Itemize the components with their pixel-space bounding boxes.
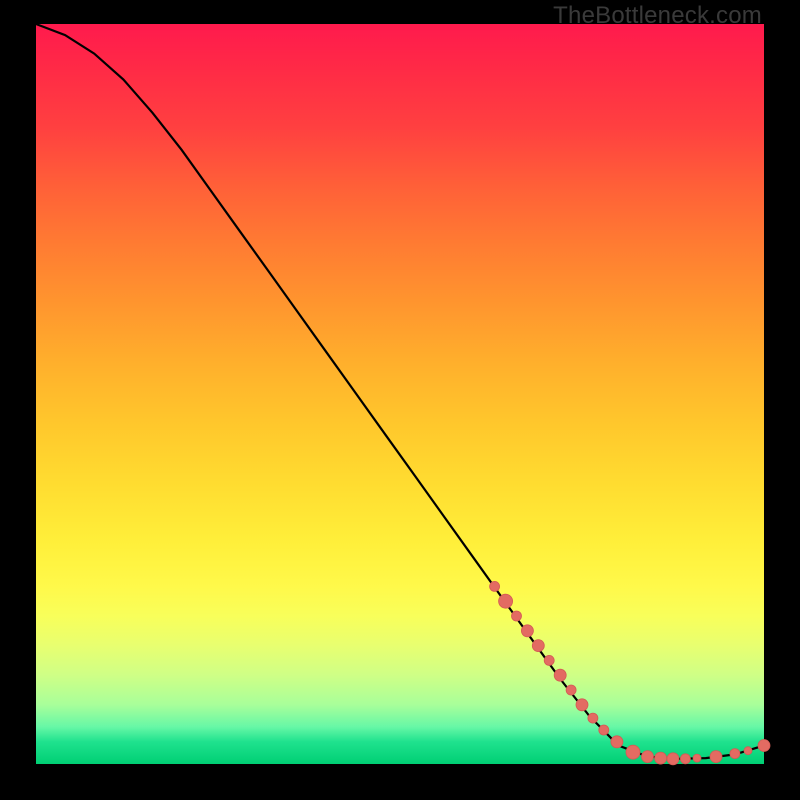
data-point [655,752,667,764]
chart-svg [36,24,764,764]
data-point [667,753,679,765]
data-point [611,736,623,748]
data-point [566,685,576,695]
data-point [554,669,566,681]
data-point [626,745,640,759]
plot-area [36,24,764,764]
data-point [758,740,770,752]
data-point [499,594,513,608]
data-point [588,713,598,723]
data-point [693,754,701,762]
data-point [744,747,752,755]
data-point [642,751,654,763]
data-point [490,581,500,591]
data-point [680,754,690,764]
scatter-dots [490,581,770,764]
curve-line [36,24,764,759]
data-point [599,725,609,735]
data-point [576,699,588,711]
data-point [544,655,554,665]
chart-frame: TheBottleneck.com [0,0,800,800]
data-point [532,640,544,652]
data-point [512,611,522,621]
data-point [710,751,722,763]
data-point [521,625,533,637]
data-point [730,749,740,759]
